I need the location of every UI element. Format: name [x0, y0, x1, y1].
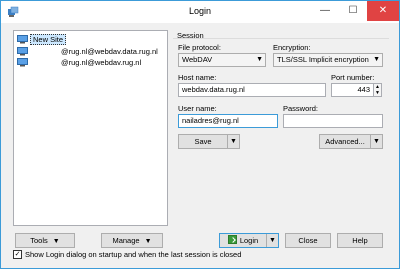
advanced-button-label: Advanced...	[325, 137, 365, 146]
port-spinner[interactable]: ▲ ▼	[373, 83, 382, 97]
file-protocol-value: WebDAV	[182, 55, 213, 64]
chevron-down-icon: ▼	[256, 56, 263, 63]
chevron-down-icon: ▼	[144, 238, 152, 245]
login-button-label: Login	[239, 236, 259, 245]
close-button[interactable]: Close	[285, 233, 331, 248]
monitor-icon	[17, 58, 28, 67]
monitor-icon	[17, 35, 28, 44]
login-window: Login — ☐ ✕ New Site @rug.nl@webdav.data…	[0, 0, 400, 269]
tools-button[interactable]: Tools ▼	[15, 233, 75, 248]
port-number-label: Port number:	[331, 73, 375, 82]
encryption-value: TLS/SSL Implicit encryption	[277, 55, 369, 64]
user-name-label: User name:	[178, 104, 217, 113]
login-button[interactable]: Login ▼	[219, 233, 279, 248]
site-label: New Site	[30, 34, 67, 45]
tools-button-label: Tools	[30, 236, 48, 245]
site-label: @rug.nl@webdav.rug.nl	[61, 58, 142, 67]
chevron-down-icon[interactable]: ▼	[266, 234, 278, 247]
maximize-button[interactable]: ☐	[339, 1, 367, 21]
file-protocol-select[interactable]: WebDAV ▼	[178, 53, 266, 67]
save-button[interactable]: Save ▼	[178, 134, 240, 149]
chevron-down-icon[interactable]: ▼	[227, 135, 239, 148]
dialog-body: New Site @rug.nl@webdav.data.rug.nl @rug…	[1, 23, 399, 268]
encryption-label: Encryption:	[273, 43, 311, 52]
encryption-select[interactable]: TLS/SSL Implicit encryption ▼	[273, 53, 383, 67]
host-name-label: Host name:	[178, 73, 217, 82]
site-tree[interactable]: New Site @rug.nl@webdav.data.rug.nl @rug…	[13, 30, 168, 226]
user-name-input[interactable]: nailadres@rug.nl	[178, 114, 278, 128]
chevron-down-icon: ▼	[52, 238, 60, 245]
minimize-button[interactable]: —	[311, 1, 339, 21]
manage-button[interactable]: Manage ▼	[101, 233, 163, 248]
password-input[interactable]	[283, 114, 383, 128]
chevron-down-icon[interactable]: ▼	[370, 135, 382, 148]
password-label: Password:	[283, 104, 319, 113]
advanced-button[interactable]: Advanced... ▼	[319, 134, 383, 149]
chevron-down-icon: ▼	[373, 56, 380, 63]
save-button-label: Save	[194, 137, 212, 146]
file-protocol-label: File protocol:	[178, 43, 221, 52]
manage-button-label: Manage	[112, 236, 140, 245]
session-group-border	[173, 38, 389, 39]
session-group-title: Session	[177, 31, 204, 40]
title-bar: Login — ☐ ✕	[1, 1, 399, 23]
show-login-checkbox[interactable]: ✓	[13, 250, 22, 259]
port-number-input[interactable]: 443	[331, 83, 374, 97]
spin-down-icon[interactable]: ▼	[374, 90, 381, 96]
site-label: @rug.nl@webdav.data.rug.nl	[61, 47, 158, 56]
help-button[interactable]: Help	[337, 233, 383, 248]
login-icon	[227, 235, 237, 244]
show-login-checkbox-label[interactable]: Show Login dialog on startup and when th…	[25, 250, 241, 259]
close-window-button[interactable]: ✕	[367, 1, 399, 21]
monitor-icon	[17, 47, 28, 56]
host-name-input[interactable]: webdav.data.rug.nl	[178, 83, 326, 97]
